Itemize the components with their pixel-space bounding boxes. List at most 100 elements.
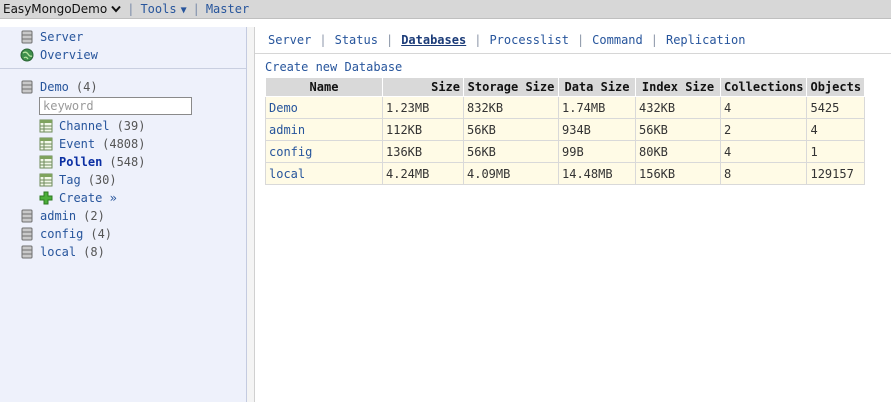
nav-separator: |: [319, 33, 327, 47]
server-icon: [21, 30, 33, 44]
db-name-cell[interactable]: config: [265, 140, 383, 163]
sidebar-db-config[interactable]: config (4): [20, 225, 112, 243]
sidebar-divider: [0, 68, 246, 69]
nav-status[interactable]: Status: [335, 33, 378, 47]
db-count: (4): [75, 80, 98, 94]
sidebar-db-demo[interactable]: Demo (4): [20, 78, 98, 96]
column-header-collections[interactable]: Collections: [719, 77, 808, 97]
column-header-objects[interactable]: Objects: [806, 77, 866, 97]
db-name: local: [40, 245, 77, 259]
collection-count: (39): [116, 119, 146, 133]
nav-separator: |: [576, 33, 585, 47]
tools-label: Tools: [140, 2, 177, 16]
tools-menu[interactable]: Tools ▼: [140, 2, 186, 16]
table-row: local 4.24MB 4.09MB 14.48MB 156KB 8 1291…: [265, 162, 866, 185]
db-name-cell[interactable]: local: [265, 162, 383, 185]
app-switcher[interactable]: EasyMongoDemo: [0, 2, 121, 16]
collection-name: Pollen: [59, 155, 103, 169]
database-icon: [21, 245, 33, 259]
triangle-down-icon: ▼: [180, 5, 187, 16]
sidebar-collection-tag[interactable]: Tag (30): [39, 171, 117, 189]
create-database-link[interactable]: Create new Database: [265, 60, 402, 74]
table-icon: [39, 155, 53, 169]
databases-table: Name Size Storage Size Data Size Index S…: [265, 77, 866, 185]
size-cell: 112KB: [382, 118, 464, 141]
nav-replication[interactable]: Replication: [666, 33, 745, 47]
column-header-index-size[interactable]: Index Size: [635, 77, 721, 97]
collection-count: (30): [87, 173, 117, 187]
index-size-cell: 432KB: [635, 96, 721, 119]
panel-resize-handle[interactable]: [247, 27, 255, 402]
chevron-down-icon: [111, 5, 121, 13]
keyword-search-input[interactable]: [39, 97, 192, 115]
create-label: Create »: [59, 191, 117, 205]
sidebar-item-overview[interactable]: Overview: [20, 46, 98, 64]
table-row: Demo 1.23MB 832KB 1.74MB 432KB 4 5425: [265, 96, 866, 119]
storage-size-cell: 4.09MB: [463, 162, 559, 185]
nav-server[interactable]: Server: [268, 33, 311, 47]
table-icon: [39, 173, 53, 187]
collections-cell: 4: [719, 96, 808, 119]
index-size-cell: 80KB: [635, 140, 721, 163]
db-name: admin: [40, 209, 77, 223]
collection-count: (548): [109, 155, 146, 169]
column-header-storage-size[interactable]: Storage Size: [463, 77, 559, 97]
objects-cell: 5425: [806, 96, 866, 119]
top-nav: Server | Status | Databases | Processlist | Comm…: [268, 33, 745, 47]
data-size-cell: 99B: [558, 140, 636, 163]
table-header-row: Name Size Storage Size Data Size Index S…: [265, 77, 866, 97]
collection-name: Tag: [59, 173, 81, 187]
database-icon: [21, 227, 33, 241]
nav-separator: |: [474, 33, 482, 47]
db-name: Demo: [40, 80, 69, 94]
table-row: admin 112KB 56KB 934B 56KB 2 4: [265, 118, 866, 141]
nav-divider: [255, 53, 891, 54]
sidebar-create-collection[interactable]: Create »: [39, 189, 117, 207]
nav-command[interactable]: Command: [592, 33, 643, 47]
data-size-cell: 934B: [558, 118, 636, 141]
index-size-cell: 56KB: [635, 118, 721, 141]
sidebar-collection-channel[interactable]: Channel (39): [39, 117, 145, 135]
globe-icon: [20, 48, 34, 62]
app-name: EasyMongoDemo: [3, 2, 108, 16]
collection-count: (4808): [102, 137, 146, 151]
storage-size-cell: 832KB: [463, 96, 559, 119]
size-cell: 136KB: [382, 140, 464, 163]
sidebar-collection-pollen[interactable]: Pollen (548): [39, 153, 145, 171]
storage-size-cell: 56KB: [463, 140, 559, 163]
sidebar: Server Overview Demo (4) Channel (39): [0, 27, 247, 402]
collections-cell: 4: [719, 140, 808, 163]
master-link[interactable]: Master: [206, 2, 249, 16]
collections-cell: 8: [719, 162, 808, 185]
nav-databases[interactable]: Databases: [401, 33, 466, 47]
objects-cell: 4: [806, 118, 866, 141]
nav-separator: |: [650, 33, 658, 47]
objects-cell: 129157: [806, 162, 866, 185]
sidebar-collection-event[interactable]: Event (4808): [39, 135, 145, 153]
collection-name: Channel: [59, 119, 110, 133]
index-size-cell: 156KB: [635, 162, 721, 185]
db-name: config: [40, 227, 84, 241]
collections-cell: 2: [719, 118, 808, 141]
toolbar-separator: |: [192, 2, 200, 16]
column-header-data-size[interactable]: Data Size: [558, 77, 636, 97]
db-name-cell[interactable]: Demo: [265, 96, 383, 119]
toolbar-separator: |: [127, 2, 135, 16]
storage-size-cell: 56KB: [463, 118, 559, 141]
db-name-cell[interactable]: admin: [265, 118, 383, 141]
database-icon: [21, 209, 33, 223]
db-count: (8): [83, 245, 105, 259]
top-toolbar: EasyMongoDemo | Tools ▼ | Master: [0, 0, 891, 19]
sidebar-db-local[interactable]: local (8): [20, 243, 105, 261]
column-header-name[interactable]: Name: [265, 77, 383, 97]
column-header-size[interactable]: Size: [382, 77, 464, 97]
sidebar-item-server[interactable]: Server: [20, 28, 83, 46]
plus-icon: [39, 191, 53, 205]
sidebar-item-label: Overview: [40, 48, 98, 62]
table-icon: [39, 119, 53, 133]
table-row: config 136KB 56KB 99B 80KB 4 1: [265, 140, 866, 163]
sidebar-db-admin[interactable]: admin (2): [20, 207, 105, 225]
nav-separator: |: [385, 33, 394, 47]
nav-processlist[interactable]: Processlist: [489, 33, 568, 47]
db-count: (4): [90, 227, 113, 241]
